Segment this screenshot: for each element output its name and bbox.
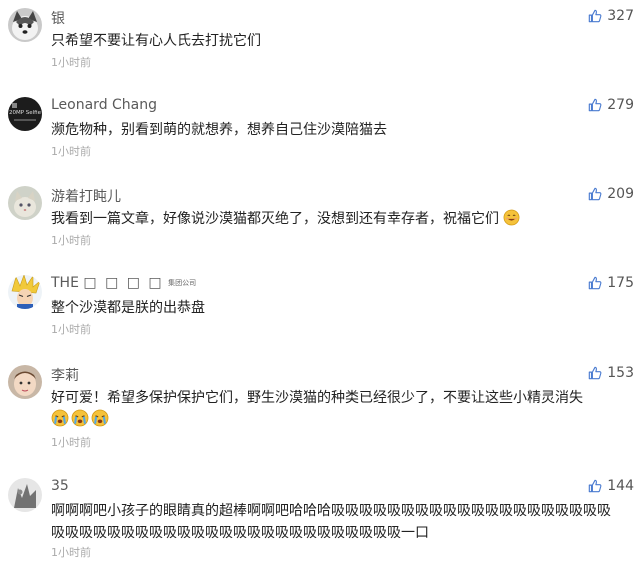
- like-button[interactable]: 209: [588, 186, 634, 202]
- crying-emoji-icon: [51, 409, 69, 427]
- comment-text: 濒危物种，别看到萌的就想养，想养自己住沙漠陪猫去: [51, 122, 387, 138]
- thumbs-up-icon: [589, 276, 602, 290]
- like-count: 175: [607, 275, 634, 291]
- avatar[interactable]: [8, 8, 42, 42]
- comment-text: 啊啊啊吧小孩子的眼睛真的超棒啊啊吧哈哈哈吸吸吸吸吸吸吸吸吸吸吸吸吸吸吸吸吸吸吸吸…: [51, 503, 611, 541]
- like-count: 144: [607, 478, 634, 494]
- comment-text: 整个沙漠都是朕的出恭盘: [51, 300, 205, 316]
- smile-emoji-icon: [504, 209, 520, 226]
- comment-author[interactable]: 李莉: [51, 365, 79, 385]
- like-count: 153: [607, 365, 634, 381]
- phone-camera-avatar-icon: 20MP Selfie: [8, 97, 42, 131]
- thumbs-up-icon: [589, 9, 602, 23]
- like-count: 209: [607, 186, 634, 202]
- comment-author[interactable]: THE □ □ □ □ 集团公司: [51, 275, 197, 291]
- cat-avatar-icon: [8, 186, 42, 220]
- thumbs-up-icon: [589, 479, 602, 493]
- comment-author-tag: 集团公司: [168, 279, 197, 287]
- comment-text: 好可爱！希望多保护保护它们，野生沙漠猫的种类已经很少了，不要让这些小精灵消失: [51, 390, 583, 406]
- crying-emoji-icon: [91, 409, 109, 427]
- like-count: 327: [607, 8, 634, 24]
- like-button[interactable]: 279: [588, 97, 634, 113]
- like-button[interactable]: 144: [588, 478, 634, 494]
- comment-list: 银 只希望不要让有心人氏去打扰它们 1小时前 327 20MP Selfie L…: [0, 0, 640, 563]
- comment-author[interactable]: 35: [51, 478, 69, 494]
- cartoon-avatar-icon: [8, 478, 42, 512]
- comment-author[interactable]: 银: [51, 8, 65, 28]
- like-button[interactable]: 153: [588, 365, 634, 381]
- thumbs-up-icon: [589, 366, 602, 380]
- like-button[interactable]: 175: [588, 275, 634, 291]
- comment-author-suffix: □ □ □ □: [83, 275, 164, 291]
- comment-text: 只希望不要让有心人氏去打扰它们: [51, 33, 261, 49]
- comment-time: 1小时前: [51, 323, 91, 336]
- thumbs-up-icon: [589, 187, 602, 201]
- comment-time: 1小时前: [51, 145, 91, 158]
- avatar[interactable]: [8, 365, 42, 399]
- avatar[interactable]: [8, 478, 42, 512]
- baby-avatar-icon: [8, 365, 42, 399]
- comment-text-content: 我看到一篇文章，好像说沙漠猫都灭绝了，没想到还有幸存者，祝福它们: [51, 211, 499, 227]
- avatar[interactable]: [8, 275, 42, 309]
- comment-author-name: THE: [51, 275, 79, 291]
- thumbs-up-icon: [589, 98, 602, 112]
- like-button[interactable]: 327: [588, 8, 634, 24]
- comment-text: 我看到一篇文章，好像说沙漠猫都灭绝了，没想到还有幸存者，祝福它们: [51, 208, 631, 230]
- comment-time: 1小时前: [51, 436, 91, 449]
- comment-author[interactable]: 游着打盹儿: [51, 186, 121, 206]
- like-count: 279: [607, 97, 634, 113]
- avatar[interactable]: 20MP Selfie: [8, 97, 42, 131]
- emoji-row: [51, 409, 109, 427]
- comment-author[interactable]: Leonard Chang: [51, 97, 157, 113]
- crying-emoji-icon: [71, 409, 89, 427]
- comment-time: 1小时前: [51, 56, 91, 69]
- anime-character-avatar-icon: [8, 275, 42, 309]
- husky-dog-avatar-icon: [8, 8, 42, 42]
- comment-time: 1小时前: [51, 546, 91, 559]
- comment-time: 1小时前: [51, 234, 91, 247]
- avatar[interactable]: [8, 186, 42, 220]
- avatar-caption: 20MP Selfie: [9, 110, 42, 116]
